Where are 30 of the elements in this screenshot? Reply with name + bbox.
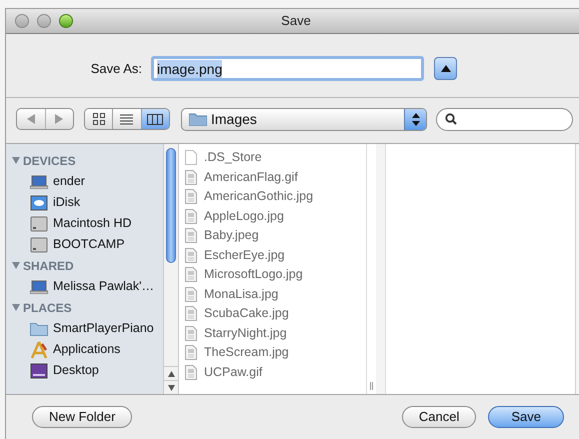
default-button[interactable]: Save (488, 406, 564, 428)
sidebar-item[interactable]: Melissa Pawlak'… (6, 276, 163, 297)
window-title: Save (281, 12, 311, 30)
file-item[interactable]: StarryNight.jpg (185, 324, 366, 343)
file-item[interactable]: .DS_Store (185, 148, 366, 168)
file-item[interactable]: EscherEye.jpg (185, 246, 366, 265)
sidebar-section-title: PLACES (23, 300, 72, 316)
sidebar-item[interactable]: iDisk (6, 192, 163, 213)
push-button[interactable]: Cancel (402, 406, 476, 428)
sidebar-item[interactable]: BOOTCAMP (6, 234, 163, 255)
file-item[interactable]: AmericanGothic.jpg (185, 187, 366, 206)
save-as-label: Save As: (90, 60, 143, 78)
file-item[interactable]: AmericanFlag.gif (185, 168, 366, 187)
sidebar-item[interactable]: ender (6, 171, 163, 192)
sidebar-item[interactable]: Applications (6, 339, 163, 360)
sidebar-item[interactable]: Desktop (6, 360, 163, 381)
location-popup[interactable]: Images (181, 108, 427, 130)
file-item[interactable]: MicrosoftLogo.jpg (185, 265, 366, 284)
file-item[interactable]: UCPaw.gif (185, 362, 366, 382)
sidebar-item[interactable]: SmartPlayerPiano (6, 318, 163, 339)
filename-field[interactable]: image.png (151, 56, 424, 81)
push-button[interactable]: New Folder (32, 406, 132, 428)
file-item[interactable]: Baby.jpeg (185, 226, 366, 246)
file-item[interactable]: MonaLisa.jpg (185, 284, 366, 304)
file-item[interactable]: ScubaCake.jpg (185, 304, 366, 324)
sidebar-item[interactable]: Macintosh HD (6, 213, 163, 234)
sidebar-section-title: SHARED (23, 258, 74, 274)
file-item[interactable]: TheScream.jpg (185, 343, 366, 362)
file-item[interactable]: AppleLogo.jpg (185, 206, 366, 226)
sidebar-section-title: DEVICES (23, 152, 76, 170)
